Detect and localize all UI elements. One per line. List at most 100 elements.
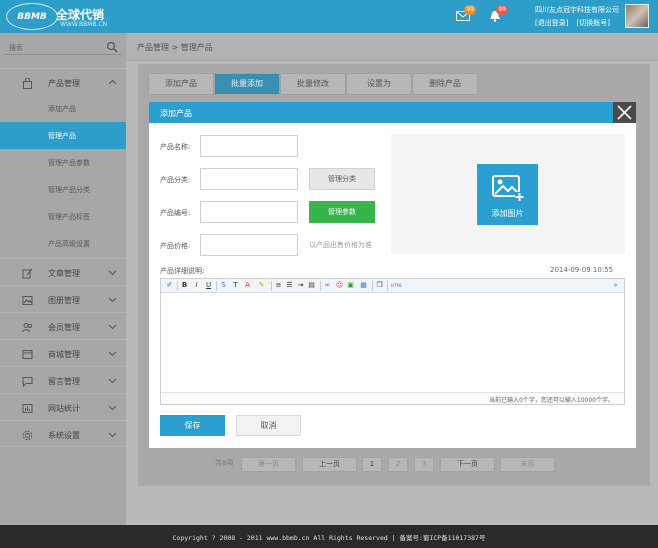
toolbar-divider bbox=[387, 281, 388, 291]
edit-icon bbox=[22, 268, 33, 279]
sidebar-item-label: 产品高级设置 bbox=[48, 240, 90, 248]
tab-batch-add[interactable]: 批量添加 bbox=[214, 73, 280, 95]
font-size-icon[interactable]: T bbox=[231, 281, 240, 290]
first-page-button[interactable]: 第一页 bbox=[241, 457, 296, 472]
save-button[interactable]: 保存 bbox=[160, 415, 225, 436]
eraser-icon[interactable]: ✐ bbox=[165, 281, 174, 290]
sidebar-item-add-product[interactable]: 添加产品 bbox=[0, 95, 126, 122]
last-page-button[interactable]: 末页 bbox=[500, 457, 555, 472]
manage-category-button[interactable]: 管理分类 bbox=[309, 168, 375, 190]
mail-icon[interactable]: 99 bbox=[456, 5, 476, 22]
product-category-input[interactable] bbox=[200, 168, 298, 190]
product-price-input[interactable] bbox=[200, 234, 298, 256]
sidebar-group-label: 产品管理 bbox=[48, 79, 80, 88]
ordered-list-icon[interactable]: ≡ bbox=[274, 281, 283, 290]
table-icon[interactable]: ▦ bbox=[359, 281, 368, 290]
footer-copyright: Copyright ? 2008 - 2011 www.bbmb.cn All … bbox=[172, 534, 486, 542]
price-hint: 以产品出售价格为准 bbox=[309, 241, 372, 249]
sidebar-group-albums[interactable]: 图册管理 bbox=[0, 285, 126, 312]
switch-account-link[interactable]: [切换账号] bbox=[576, 19, 609, 27]
tab-batch-edit[interactable]: 批量修改 bbox=[280, 73, 346, 95]
logo-badge: BBMB bbox=[6, 3, 58, 30]
close-button[interactable] bbox=[613, 102, 636, 123]
product-detail-label: 产品详细说明: bbox=[160, 267, 205, 275]
mail-count-badge: 99 bbox=[464, 5, 476, 15]
rich-text-editor[interactable]: ✐ B I U S T A ✎ ≡ ☰ ⇥ ▤ ∞ ☺ ▣ ▦ ❐ HTML » bbox=[160, 278, 625, 405]
italic-icon[interactable]: I bbox=[192, 281, 201, 290]
indent-icon[interactable]: ⇥ bbox=[296, 281, 305, 290]
product-code-label: 产品编号: bbox=[160, 209, 191, 217]
link-icon[interactable]: ∞ bbox=[323, 281, 332, 290]
sidebar-item-product-tags[interactable]: 管理产品标签 bbox=[0, 203, 126, 230]
sidebar-group-stats[interactable]: 网站统计 bbox=[0, 393, 126, 420]
sidebar-group-articles[interactable]: 文章管理 bbox=[0, 258, 126, 285]
font-color-icon[interactable]: A bbox=[243, 281, 252, 290]
gear-icon bbox=[22, 430, 33, 441]
users-icon bbox=[22, 322, 33, 333]
album-icon bbox=[22, 295, 33, 306]
tab-delete-product[interactable]: 删除产品 bbox=[412, 73, 478, 95]
next-page-button[interactable]: 下一页 bbox=[440, 457, 495, 472]
image-upload-area: 添加图片 bbox=[391, 134, 625, 254]
bell-icon[interactable]: 99 bbox=[488, 5, 508, 22]
chevron-down-icon bbox=[108, 268, 117, 277]
sidebar-item-label: 管理产品参数 bbox=[48, 159, 90, 167]
tab-set-as[interactable]: 设置为 bbox=[346, 73, 412, 95]
editor-char-count: 当前已输入0个字，您还可以输入10000个字。 bbox=[489, 397, 614, 404]
strikethrough-icon[interactable]: S bbox=[219, 281, 228, 290]
sidebar-group-settings[interactable]: 系统设置 bbox=[0, 420, 126, 447]
sidebar-group-members[interactable]: 会员管理 bbox=[0, 312, 126, 339]
manage-params-button[interactable]: 管理参数 bbox=[309, 201, 375, 223]
avatar[interactable] bbox=[625, 4, 649, 28]
top-header: BBMB 全球代销 WWW.BBMB.CN 99 99 四川友点冠宇科技有限公司… bbox=[0, 0, 658, 33]
stats-icon bbox=[22, 403, 33, 414]
unordered-list-icon[interactable]: ☰ bbox=[285, 281, 294, 290]
toolbar-divider bbox=[320, 281, 321, 291]
chevron-down-icon bbox=[108, 349, 117, 358]
bell-count-badge: 99 bbox=[496, 5, 508, 15]
message-icon bbox=[22, 376, 33, 388]
image-icon[interactable]: ▣ bbox=[346, 281, 355, 290]
product-code-input[interactable] bbox=[200, 201, 298, 223]
underline-icon[interactable]: U bbox=[204, 281, 213, 290]
product-category-label: 产品分类: bbox=[160, 176, 191, 184]
prev-page-button[interactable]: 上一页 bbox=[302, 457, 357, 472]
search-icon[interactable] bbox=[106, 41, 118, 53]
sidebar-group-label: 系统设置 bbox=[48, 431, 80, 440]
html-source-icon[interactable]: HTML bbox=[391, 281, 402, 290]
bold-icon[interactable]: B bbox=[180, 281, 189, 290]
chevron-down-icon bbox=[108, 430, 117, 439]
search-input[interactable]: 搜索 bbox=[9, 43, 23, 53]
page-button-2[interactable]: 2 bbox=[388, 457, 408, 472]
sidebar-item-product-categories[interactable]: 管理产品分类 bbox=[0, 176, 126, 203]
sidebar-item-manage-products[interactable]: 管理产品 bbox=[0, 122, 126, 149]
datetime: 2014-09-09 10:55 bbox=[550, 266, 614, 274]
logout-link[interactable]: [退出登录] bbox=[535, 19, 568, 27]
highlight-icon[interactable]: ✎ bbox=[257, 281, 266, 290]
sidebar-item-product-advanced[interactable]: 产品高级设置 bbox=[0, 230, 126, 257]
product-price-label: 产品价格: bbox=[160, 242, 191, 250]
page-button-3[interactable]: 3 bbox=[414, 457, 434, 472]
add-image-button[interactable]: 添加图片 bbox=[477, 164, 538, 225]
sidebar-group-messages[interactable]: 留言管理 bbox=[0, 366, 126, 393]
emoticon-icon[interactable]: ☺ bbox=[335, 281, 344, 290]
page-button-1[interactable]: 1 bbox=[362, 457, 382, 472]
sidebar-search[interactable]: 搜索 bbox=[4, 39, 122, 55]
tab-add-product[interactable]: 添加产品 bbox=[148, 73, 214, 95]
toolbar-divider bbox=[216, 281, 217, 291]
sidebar-group-products[interactable]: 产品管理 bbox=[0, 68, 126, 95]
cancel-button[interactable]: 取消 bbox=[236, 415, 301, 436]
company-name: 四川友点冠宇科技有限公司 bbox=[535, 6, 619, 14]
quote-icon[interactable]: ▤ bbox=[307, 281, 316, 290]
toolbar-divider bbox=[372, 281, 373, 291]
sidebar: 搜索 产品管理 添加产品 管理产品 管理产品参数 管理产品分类 管理产品标签 产… bbox=[0, 33, 126, 525]
logo[interactable]: BBMB 全球代销 WWW.BBMB.CN bbox=[6, 3, 128, 30]
sidebar-group-shop[interactable]: 商城管理 bbox=[0, 339, 126, 366]
sidebar-group-label: 会员管理 bbox=[48, 323, 80, 332]
copy-icon[interactable]: ❐ bbox=[375, 281, 384, 290]
pagination-total: 共8项 bbox=[215, 459, 234, 467]
sidebar-item-product-params[interactable]: 管理产品参数 bbox=[0, 149, 126, 176]
sidebar-item-label: 管理产品 bbox=[48, 132, 76, 140]
product-name-input[interactable] bbox=[200, 135, 298, 157]
chevron-double-down-icon[interactable]: » bbox=[611, 281, 620, 290]
